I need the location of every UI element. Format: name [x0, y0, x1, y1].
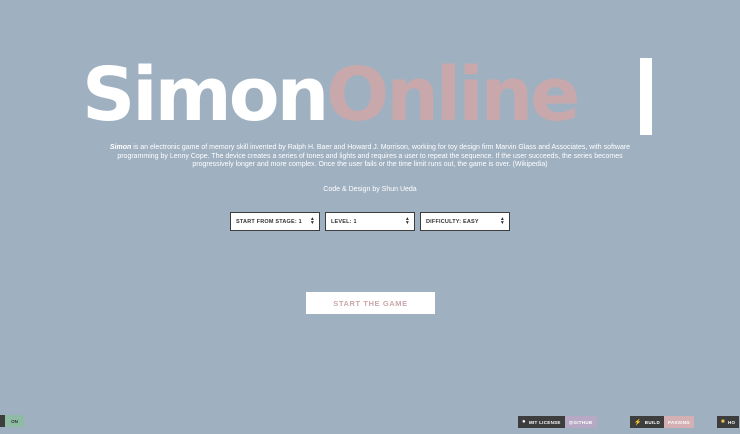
build-badge-label: BUILD — [644, 419, 661, 425]
stage-select-value: START FROM STAGE: 1 — [236, 218, 302, 225]
select-arrows-icon: ▲ ▼ — [309, 216, 315, 226]
text-cursor — [640, 58, 652, 135]
select-arrows-icon: ▲ ▼ — [499, 216, 505, 226]
logo-word-online: Online — [326, 52, 580, 138]
license-badge-value: @GITHUB — [564, 416, 597, 428]
extra-badge[interactable]: ■ HO — [717, 416, 740, 428]
description-lead: Simon — [109, 144, 132, 151]
sound-toggle-label: ON — [5, 415, 24, 427]
stage-select[interactable]: START FROM STAGE: 1 ▲ ▼ — [230, 212, 320, 231]
difficulty-select-value: DIFFICULTY: EASY — [426, 218, 479, 225]
start-game-button[interactable]: START THE GAME — [306, 292, 435, 314]
sound-toggle[interactable]: ON — [0, 415, 24, 427]
logo-word-simon: Simon — [82, 52, 329, 138]
extra-badge-label: HO — [727, 419, 736, 425]
select-arrows-icon: ▲ ▼ — [404, 216, 410, 226]
build-badge[interactable]: ⚡ BUILD PASSING — [630, 416, 695, 428]
license-badge-label: MIT LICENSE — [528, 419, 561, 425]
github-icon: ● — [522, 419, 526, 425]
build-badge-value: PASSING — [664, 416, 695, 428]
level-select-value: LEVEL: 1 — [331, 218, 357, 225]
level-select[interactable]: LEVEL: 1 ▲ ▼ — [325, 212, 415, 231]
difficulty-select[interactable]: DIFFICULTY: EASY ▲ ▼ — [420, 212, 510, 231]
credit-text: Code & Design by Shun Ueda — [323, 186, 417, 193]
badge-icon: ■ — [721, 419, 725, 425]
description-body: is an electronic game of memory skill in… — [117, 144, 631, 169]
license-badge[interactable]: ● MIT LICENSE @GITHUB — [518, 416, 597, 428]
game-description: Simon is an electronic game of memory sk… — [100, 144, 640, 170]
lightning-icon: ⚡ — [634, 419, 642, 426]
app-logo: Simon Online — [82, 50, 581, 140]
